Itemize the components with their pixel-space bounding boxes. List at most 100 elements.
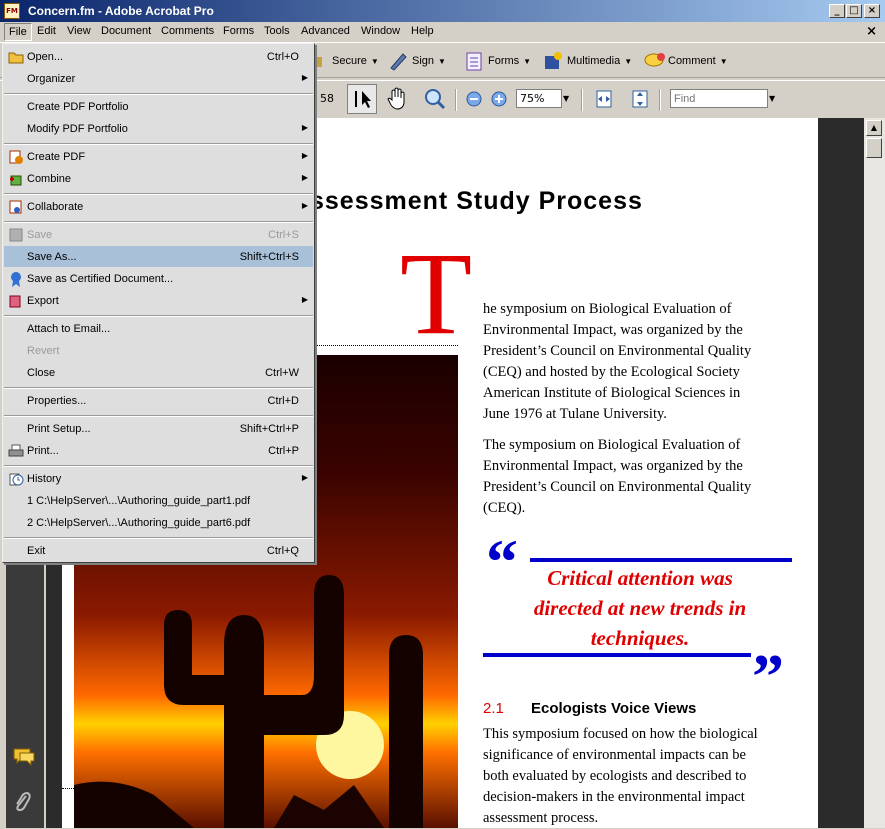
pull-quote: Critical attention was directed at new t… (533, 566, 747, 650)
menu-item-organizer[interactable]: Organizer ▶ (4, 68, 313, 89)
hand-icon (387, 87, 405, 110)
forms-label: Forms (488, 55, 520, 67)
marquee-zoom-button[interactable] (423, 87, 447, 114)
submenu-arrow-icon: ▶ (301, 201, 308, 210)
quote-rule-bottom (483, 653, 751, 657)
menu-tools[interactable]: Tools (264, 25, 290, 37)
fit-page-icon (632, 90, 648, 108)
comment-button[interactable]: Comment ▼ (644, 51, 728, 71)
file-menu: Open... Ctrl+O Organizer ▶ Create PDF Port… (2, 43, 315, 563)
paragraph-3: This symposium focused on how the biolog… (483, 726, 758, 826)
menu-help[interactable]: Help (411, 25, 434, 37)
vertical-scrollbar[interactable]: ▲ (864, 118, 885, 828)
menu-comments[interactable]: Comments (161, 25, 214, 37)
printer-icon (8, 444, 24, 457)
menu-forms[interactable]: Forms (223, 25, 254, 37)
export-icon (9, 295, 21, 308)
close-document-icon[interactable]: × (866, 24, 877, 39)
menu-item-open[interactable]: Open... Ctrl+O (4, 46, 313, 67)
submenu-arrow-icon: ▶ (301, 73, 308, 82)
menu-window[interactable]: Window (361, 25, 400, 37)
combine-icon (10, 175, 22, 186)
minimize-button[interactable]: _ (829, 4, 845, 18)
menu-item-recent-file-2[interactable]: 2 C:\HelpServer\...\Authoring_guide_part… (4, 512, 313, 533)
fit-width-button[interactable] (594, 89, 614, 112)
menu-item-print[interactable]: Print... Ctrl+P (4, 440, 313, 461)
submenu-arrow-icon: ▶ (301, 295, 308, 304)
select-cursor-icon (355, 91, 371, 108)
menu-item-exit[interactable]: Exit Ctrl+Q (4, 540, 313, 561)
sign-label: Sign (412, 55, 435, 67)
comments-panel-icon[interactable] (12, 746, 36, 768)
multimedia-button[interactable]: Multimedia ▼ (543, 51, 632, 71)
menu-item-combine[interactable]: Combine ▶ (4, 168, 313, 189)
title-bar: FM Concern.fm - Adobe Acrobat Pro _ □ × (0, 0, 885, 22)
zoom-in-icon (491, 91, 507, 107)
menu-item-history[interactable]: History ▶ (4, 468, 313, 489)
paragraph-2: The symposium on Biological Evaluation o… (483, 437, 752, 516)
menu-item-print-setup[interactable]: Print Setup... Shift+Ctrl+P (4, 418, 313, 439)
select-tool-button[interactable] (347, 84, 377, 114)
menu-bar: File Edit View Document Comments Forms T… (0, 22, 885, 42)
menu-item-save: Save Ctrl+S (4, 224, 313, 245)
page-heading: ssessment Study Process (310, 187, 643, 215)
comment-label: Comment (668, 55, 716, 67)
zoom-level-input[interactable]: 75% (516, 89, 562, 108)
secure-button[interactable]: Secure ▼ (316, 51, 379, 71)
menu-file[interactable]: File (4, 23, 32, 41)
menu-item-create-pdf-portfolio[interactable]: Create PDF Portfolio (4, 96, 313, 117)
window-title: Concern.fm - Adobe Acrobat Pro (28, 4, 214, 18)
drop-cap: T (400, 228, 473, 359)
close-quote-mark: ” (752, 641, 784, 712)
quote-rule-top (530, 558, 792, 562)
zoom-dropdown-icon[interactable]: ▼ (563, 94, 569, 103)
create-pdf-icon (9, 150, 23, 164)
menu-document[interactable]: Document (101, 25, 151, 37)
secure-label: Secure (332, 55, 367, 67)
submenu-arrow-icon: ▶ (301, 123, 308, 132)
attachments-paperclip-icon[interactable] (12, 790, 32, 814)
sign-button[interactable]: Sign ▼ (388, 51, 446, 71)
pen-icon (388, 51, 408, 71)
hand-tool-button[interactable] (386, 86, 410, 115)
menu-item-revert: Revert (27, 345, 60, 357)
history-clock-icon (9, 473, 24, 486)
zoom-out-icon (466, 91, 482, 107)
menu-item-save-as-certified[interactable]: Save as Certified Document... (4, 268, 313, 289)
menu-advanced[interactable]: Advanced (301, 25, 350, 37)
menu-item-close[interactable]: Close Ctrl+W (4, 362, 313, 383)
close-window-button[interactable]: × (864, 4, 880, 18)
menu-item-properties[interactable]: Properties... Ctrl+D (4, 390, 313, 411)
menu-view[interactable]: View (67, 25, 91, 37)
menu-item-recent-file-1[interactable]: 1 C:\HelpServer\...\Authoring_guide_part… (4, 490, 313, 511)
zoom-in-button[interactable] (491, 91, 507, 110)
menu-item-attach-to-email[interactable]: Attach to Email... (4, 318, 313, 339)
scroll-up-icon[interactable]: ▲ (866, 120, 882, 136)
certified-ribbon-icon (11, 272, 21, 287)
forms-button[interactable]: Forms ▼ (464, 51, 531, 71)
app-icon: FM (4, 3, 20, 19)
find-input[interactable] (670, 89, 768, 108)
save-icon (9, 228, 23, 242)
dotted-rule-bottom (62, 788, 74, 789)
folder-open-icon (8, 52, 24, 64)
menu-item-save-as[interactable]: Save As... Shift+Ctrl+S (4, 246, 313, 267)
menu-item-create-pdf[interactable]: Create PDF ▶ (4, 146, 313, 167)
menu-item-export[interactable]: Export ▶ (4, 290, 313, 311)
maximize-button[interactable]: □ (846, 4, 862, 18)
section-title: Ecologists Voice Views (531, 700, 697, 717)
fit-page-button[interactable] (630, 89, 650, 112)
collaborate-icon (9, 200, 22, 214)
lock-icon (316, 51, 328, 71)
fit-width-icon (596, 90, 612, 108)
find-dropdown-icon[interactable]: ▼ (769, 94, 775, 103)
menu-item-modify-pdf-portfolio[interactable]: Modify PDF Portfolio ▶ (4, 118, 313, 139)
zoom-out-button[interactable] (466, 91, 482, 110)
paragraph-1: he symposium on Biological Evaluation of… (483, 301, 752, 422)
menu-edit[interactable]: Edit (37, 25, 56, 37)
multimedia-label: Multimedia (567, 55, 621, 67)
scroll-thumb[interactable] (866, 138, 882, 158)
submenu-arrow-icon: ▶ (301, 151, 308, 160)
menu-item-collaborate[interactable]: Collaborate ▶ (4, 196, 313, 217)
page-number-fragment: 58 (320, 92, 334, 105)
